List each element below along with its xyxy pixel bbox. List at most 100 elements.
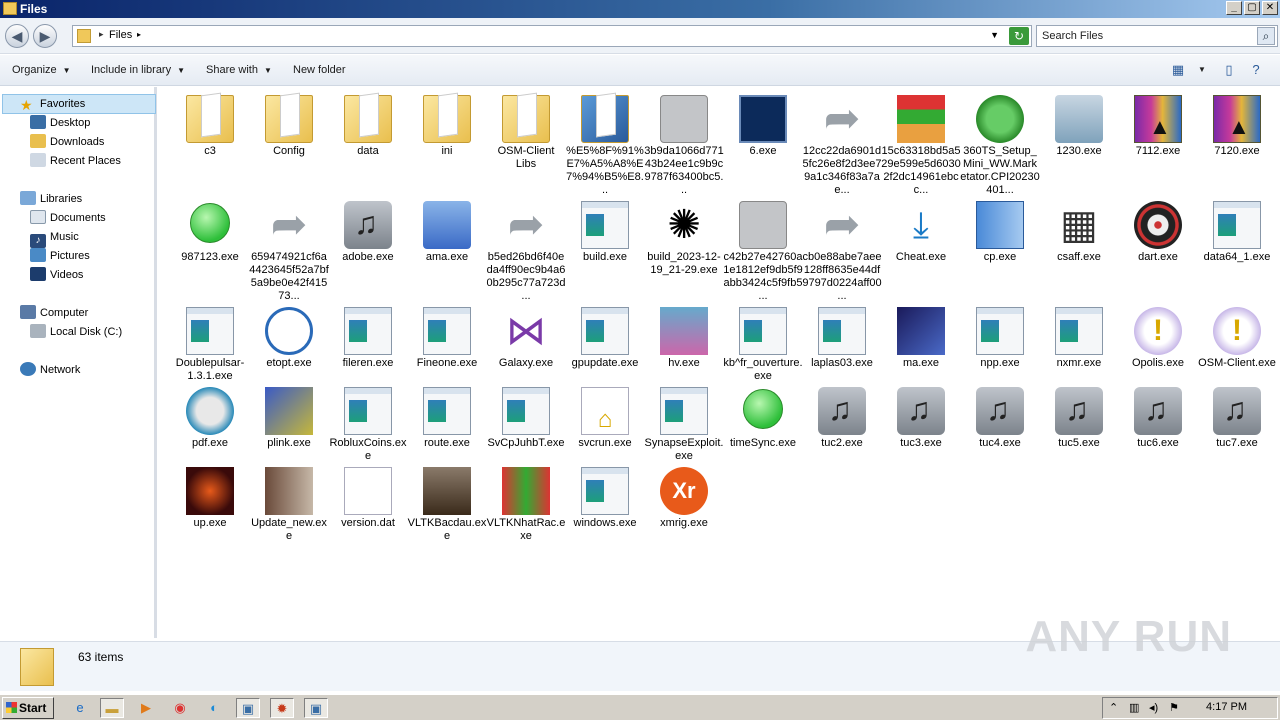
file-item[interactable]: tuc3.exe xyxy=(881,381,961,491)
flag-icon[interactable]: ⚑ xyxy=(1169,701,1179,714)
back-button[interactable]: ◀ xyxy=(5,24,29,48)
file-item[interactable]: Config xyxy=(249,89,329,199)
file-name: SvCpJuhbT.exe xyxy=(487,437,565,449)
file-item[interactable]: data64_1.exe xyxy=(1197,195,1277,305)
file-name: data xyxy=(357,145,379,157)
file-item[interactable]: ama.exe xyxy=(407,195,487,305)
explorer-icon[interactable]: ▬ xyxy=(100,698,124,718)
internet-explorer-icon[interactable]: e xyxy=(68,698,92,718)
file-item[interactable]: %E5%8F%91%E7%A5%A8%E7%94%B5%E8... xyxy=(565,89,645,199)
nav-downloads[interactable]: Downloads xyxy=(30,133,104,151)
show-hidden-icons-icon[interactable]: ⌃ xyxy=(1109,701,1118,714)
network-tray-icon[interactable]: ▥ xyxy=(1129,701,1139,714)
chrome-icon[interactable]: ◉ xyxy=(168,698,192,718)
file-item[interactable]: ▦ csaff.exe xyxy=(1039,195,1119,305)
new-folder-button[interactable]: New folder xyxy=(293,64,346,76)
file-item[interactable]: cp.exe xyxy=(960,195,1040,305)
file-item[interactable]: 15c63318bd5a529e599e5d60302f2dc14961ebcc… xyxy=(881,89,961,199)
file-item[interactable]: adobe.exe xyxy=(328,195,408,305)
clock-icon xyxy=(265,307,313,355)
file-item[interactable]: data xyxy=(328,89,408,199)
file-item[interactable]: c42b27e42760a1e1812ef9db5f9abb3424c5f9fb… xyxy=(723,195,803,305)
nav-favorites[interactable]: ★ Favorites xyxy=(20,95,85,113)
file-item[interactable]: up.exe xyxy=(170,461,250,571)
folder-icon xyxy=(186,95,234,143)
preview-pane-icon[interactable]: ▯ xyxy=(1221,62,1237,78)
app-window-icon[interactable]: ▣ xyxy=(236,698,260,718)
file-item[interactable]: tuc4.exe xyxy=(960,381,1040,491)
file-item[interactable]: VLTKBacdau.exe xyxy=(407,461,487,571)
nav-music[interactable]: ♪ Music xyxy=(30,228,79,248)
start-button[interactable]: Start xyxy=(2,697,54,719)
file-item[interactable]: ➦ b5ed26bd6f40eda4ff90ec9b4a60b295c77a723… xyxy=(486,195,566,305)
nav-computer[interactable]: Computer xyxy=(20,304,88,322)
file-item[interactable]: windows.exe xyxy=(565,461,645,571)
file-item[interactable]: 3b9da1066d77143b24ee1c9b9c9787f63400bc5.… xyxy=(644,89,724,199)
file-name: 7112.exe xyxy=(1135,145,1181,157)
forward-button[interactable]: ▶ xyxy=(33,24,57,48)
file-item[interactable]: 1230.exe xyxy=(1039,89,1119,199)
address-box[interactable]: ▸ Files ▸ ▼ ↻ xyxy=(72,25,1032,47)
file-name: data64_1.exe xyxy=(1203,251,1271,263)
nav-videos[interactable]: Videos xyxy=(30,266,83,284)
media-player-icon[interactable]: ▶ xyxy=(134,698,158,718)
file-item[interactable]: version.dat xyxy=(328,461,408,571)
view-options-icon[interactable]: ▦ xyxy=(1170,62,1186,78)
search-input[interactable]: Search Files ⌕ xyxy=(1036,25,1278,47)
maximize-button[interactable]: ▢ xyxy=(1244,1,1260,15)
up-app-icon[interactable]: ✹ xyxy=(270,698,294,718)
file-item[interactable]: ➦ cb0e88abe7aee128ff8635e44df9797d0224aff… xyxy=(802,195,882,305)
refresh-icon[interactable]: ↻ xyxy=(1009,27,1029,45)
file-item[interactable]: 360TS_Setup_Mini_WW.Marketator.CPI202304… xyxy=(960,89,1040,199)
file-item[interactable]: tuc6.exe xyxy=(1118,381,1198,491)
file-item[interactable]: build.exe xyxy=(565,195,645,305)
file-item[interactable]: 987123.exe xyxy=(170,195,250,305)
file-item[interactable]: c3 xyxy=(170,89,250,199)
nav-pictures[interactable]: Pictures xyxy=(30,247,90,265)
app-window-icon[interactable]: ▣ xyxy=(304,698,328,718)
edge-icon[interactable]: ◐ xyxy=(202,698,226,718)
file-item[interactable]: tuc7.exe xyxy=(1197,381,1277,491)
file-item[interactable]: VLTKNhatRac.exe xyxy=(486,461,566,571)
file-item[interactable]: 7120.exe xyxy=(1197,89,1277,199)
file-name: adobe.exe xyxy=(342,251,394,263)
chevron-right-icon[interactable]: ▸ xyxy=(137,30,141,39)
clock[interactable]: 4:17 PM xyxy=(1206,701,1247,713)
file-item[interactable]: Xr xmrig.exe xyxy=(644,461,724,571)
application-icon xyxy=(1055,307,1103,355)
breadcrumb-files[interactable]: Files xyxy=(109,29,132,41)
file-item[interactable]: dart.exe xyxy=(1118,195,1198,305)
chevron-down-icon[interactable]: ▼ xyxy=(990,30,999,40)
help-icon[interactable]: ? xyxy=(1248,62,1264,78)
nav-recent[interactable]: Recent Places xyxy=(30,152,121,170)
file-item[interactable]: OSM-Client Libs xyxy=(486,89,566,199)
organize-button[interactable]: Organize ▼ xyxy=(12,64,71,76)
file-item[interactable]: tuc5.exe xyxy=(1039,381,1119,491)
include-in-library-button[interactable]: Include in library ▼ xyxy=(91,64,185,76)
folder-icon xyxy=(344,95,392,143)
file-item[interactable]: 6.exe xyxy=(723,89,803,199)
nav-desktop[interactable]: Desktop xyxy=(30,114,90,132)
nav-libraries[interactable]: Libraries xyxy=(20,190,82,208)
blue-box-icon xyxy=(976,201,1024,249)
file-item[interactable]: ➦ 12cc22da6901d5fc26e8f2d3ee79a1c346f83a7… xyxy=(802,89,882,199)
file-item[interactable]: ✺ build_2023-12-19_21-29.exe xyxy=(644,195,724,305)
nav-documents[interactable]: Documents xyxy=(30,209,106,227)
share-with-button[interactable]: Share with ▼ xyxy=(206,64,272,76)
volume-icon[interactable]: ◂) xyxy=(1149,701,1158,714)
file-item[interactable]: tuc2.exe xyxy=(802,381,882,491)
minimize-button[interactable]: _ xyxy=(1226,1,1242,15)
file-item[interactable]: timeSync.exe xyxy=(723,381,803,491)
chevron-right-icon[interactable]: ▸ xyxy=(99,29,104,40)
chevron-down-icon[interactable]: ▼ xyxy=(1194,62,1210,78)
file-item[interactable]: ⤓ Cheat.exe xyxy=(881,195,961,305)
nav-local-disk[interactable]: Local Disk (C:) xyxy=(30,323,122,341)
file-item[interactable]: ini xyxy=(407,89,487,199)
file-item[interactable]: ➦ 659474921cf6a4423645f52a7bf5a9be0e42f41… xyxy=(249,195,329,305)
file-item[interactable]: Update_new.exe xyxy=(249,461,329,571)
nav-network[interactable]: Network xyxy=(20,361,80,379)
file-item[interactable]: 7112.exe xyxy=(1118,89,1198,199)
chevron-down-icon: ▼ xyxy=(62,66,71,75)
close-button[interactable]: ✕ xyxy=(1262,1,1278,15)
search-icon[interactable]: ⌕ xyxy=(1257,27,1275,45)
